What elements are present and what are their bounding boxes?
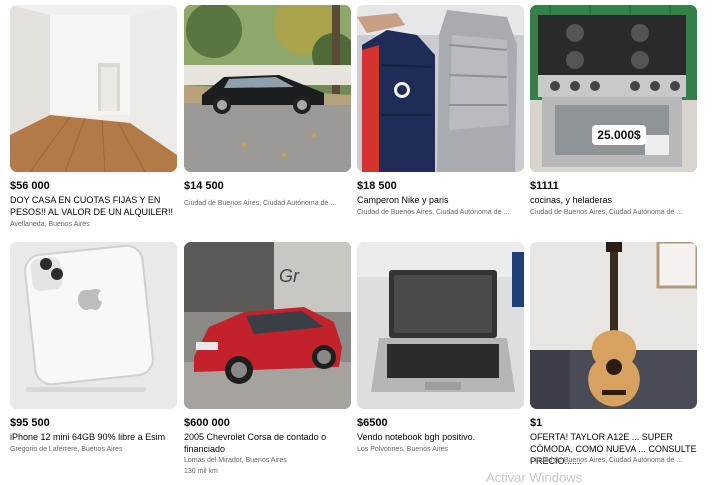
listing-photo-house[interactable] — [10, 5, 177, 172]
listing-price: $600 000 — [184, 417, 230, 429]
listing-location: Avellaneda, Buenos Aires — [10, 221, 90, 228]
listing-title: DOY CASA EN CUOTAS FIJAS Y EN PESOS!! AL… — [10, 195, 174, 217]
listing-title: Vendo notebook bgh positivo. — [357, 432, 476, 442]
listing-price: $95 500 — [10, 417, 50, 429]
listing-price: $1 — [530, 417, 543, 429]
listing-photo-corsa[interactable]: Gr — [184, 242, 351, 409]
listing-price: $14 500 — [184, 180, 224, 192]
listing-location: Ciudad de Buenos Aires, Ciudad Autónoma … — [530, 209, 683, 216]
listing-title: Camperon Nike y paris — [357, 195, 449, 205]
listing-price: $18 500 — [357, 180, 397, 192]
listing-mileage: 130 mil km — [184, 468, 218, 475]
listing-price: $1111 — [530, 180, 559, 192]
listing-title: iPhone 12 mini 64GB 90% libre a Esim — [10, 432, 166, 442]
listing-location: Ciudad de Buenos Aires, Ciudad Autónoma … — [357, 209, 510, 216]
listing-photo-stove[interactable]: 25.000$ — [530, 5, 697, 172]
windows-activation-watermark: Activar Windows — [486, 470, 583, 485]
listing-location: Ciudad de Buenos Aires, Ciudad Autónoma … — [530, 457, 683, 464]
listing-photo-guitar[interactable] — [530, 242, 697, 409]
listing-title: cocinas, y heladeras — [530, 195, 613, 205]
listing-location: Lomas del Mirador, Buenos Aires — [184, 457, 287, 464]
listing-photo-car[interactable] — [184, 5, 351, 172]
listing-location: Ciudad de Buenos Aires, Ciudad Autónoma … — [184, 200, 337, 207]
listing-photo-iphone[interactable] — [10, 242, 177, 409]
svg-text:Gr: Gr — [279, 266, 300, 286]
listing-photo-jackets[interactable] — [357, 5, 524, 172]
listing-price: $56 000 — [10, 180, 50, 192]
listing-photo-notebook[interactable] — [357, 242, 524, 409]
listing-price: $6500 — [357, 417, 388, 429]
listing-location: Gregorio de Laferrere, Buenos Aires — [10, 446, 123, 453]
listing-location: Los Polvorines, Buenos Aires — [357, 446, 449, 453]
listing-title: 2005 Chevrolet Corsa de contado o financ… — [184, 432, 327, 454]
price-tag-overlay: 25.000$ — [592, 125, 646, 145]
